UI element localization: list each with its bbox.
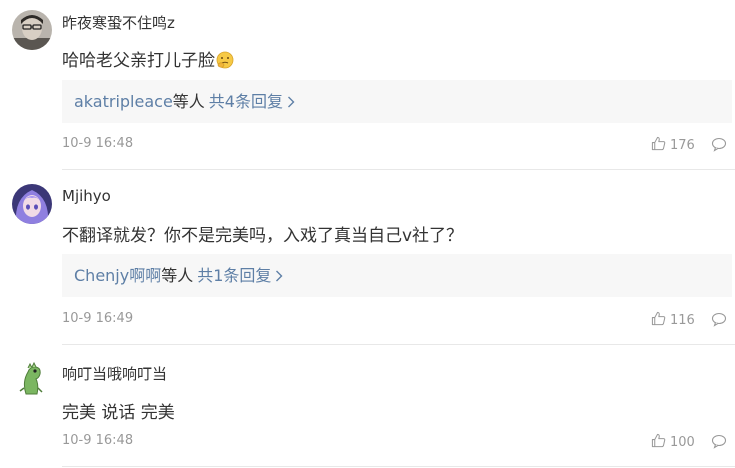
- comment-text: 不翻译就发？你不是完美吗，入戏了真当自己v社了？: [62, 226, 464, 246]
- chevron-right-icon: [276, 270, 283, 282]
- like-button[interactable]: 176: [651, 136, 695, 153]
- replies-link[interactable]: akatripleace等人 共4条回复: [62, 80, 732, 123]
- like-count: 100: [670, 435, 695, 450]
- thumbs-up-icon: [651, 311, 666, 326]
- like-button[interactable]: 116: [651, 311, 695, 328]
- username[interactable]: Mjihyo: [62, 187, 111, 205]
- replies-link[interactable]: Chenjy啊啊等人 共1条回复: [62, 254, 732, 297]
- thumbs-up-icon: [651, 433, 666, 448]
- username[interactable]: 昨夜寒蛩不住鸣z: [62, 12, 175, 33]
- reply-users[interactable]: Chenjy啊啊: [74, 266, 161, 285]
- comment-text-content: 哈哈老父亲打儿子脸: [62, 51, 215, 71]
- reply-suffix: 等人: [161, 266, 194, 285]
- like-button[interactable]: 100: [651, 433, 695, 450]
- comment-bubble-icon[interactable]: [711, 433, 727, 449]
- like-count: 176: [670, 138, 695, 153]
- reply-count[interactable]: 共1条回复: [197, 266, 271, 285]
- timestamp: 10-9 16:49: [62, 311, 134, 326]
- comment-bubble-icon[interactable]: [711, 136, 727, 152]
- reply-suffix: 等人: [172, 92, 205, 111]
- avatar[interactable]: [12, 184, 52, 224]
- username[interactable]: 响叮当哦响叮当: [62, 363, 167, 384]
- divider: [62, 169, 735, 170]
- comment-text: 哈哈老父亲打儿子脸: [62, 46, 234, 71]
- avatar[interactable]: [12, 358, 52, 398]
- divider: [62, 344, 735, 345]
- comment-text: 完美 说话 完美: [62, 403, 175, 423]
- divider: [62, 466, 735, 467]
- reply-users[interactable]: akatripleace: [74, 92, 173, 111]
- avatar[interactable]: [12, 10, 52, 50]
- chevron-right-icon: [287, 96, 295, 108]
- timestamp: 10-9 16:48: [62, 136, 134, 151]
- thumbs-up-icon: [651, 136, 666, 151]
- reply-count[interactable]: 共4条回复: [209, 92, 283, 111]
- like-count: 116: [670, 313, 695, 328]
- thinking-face-emoji-icon: [216, 51, 234, 69]
- comment-bubble-icon[interactable]: [711, 311, 727, 327]
- timestamp: 10-9 16:48: [62, 433, 134, 448]
